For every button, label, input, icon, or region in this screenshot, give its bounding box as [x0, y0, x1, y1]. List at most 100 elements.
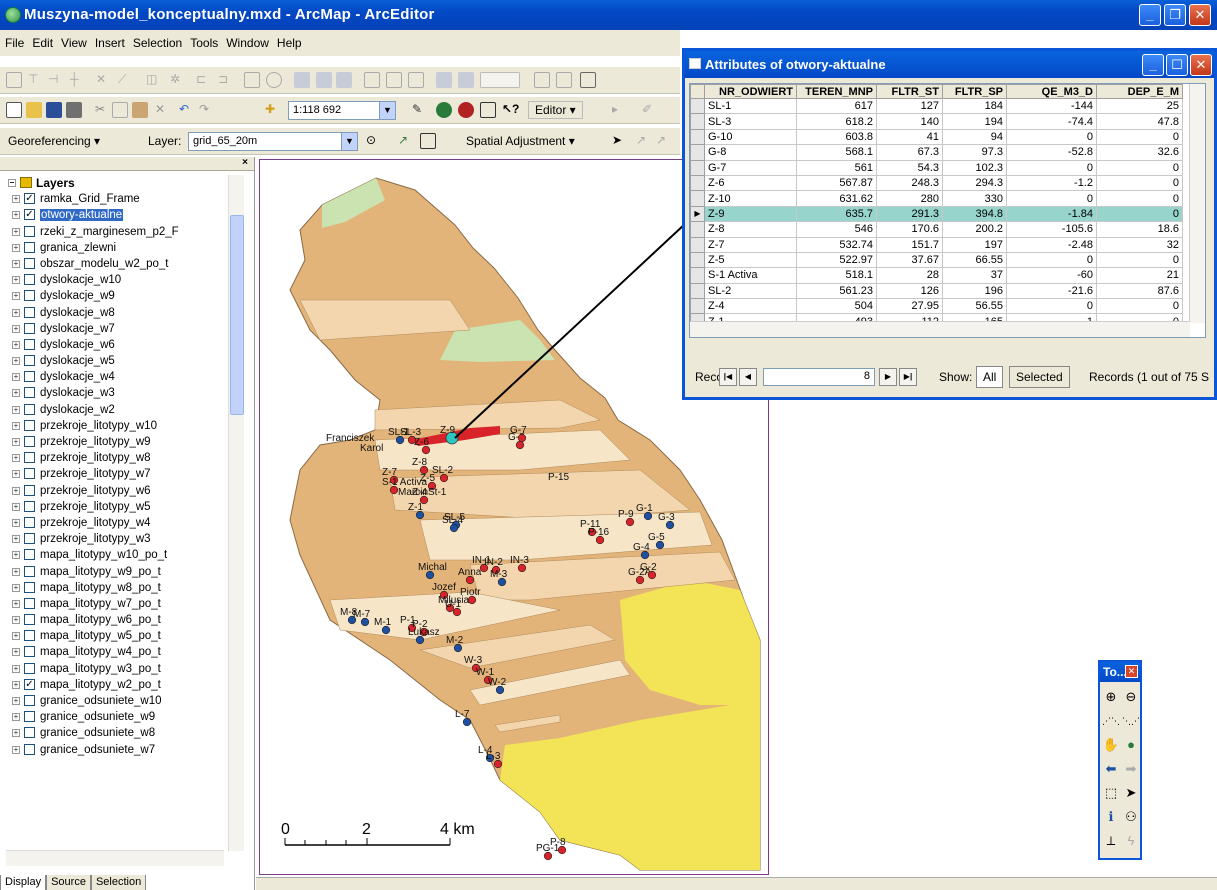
table-cell[interactable]: 126: [876, 282, 943, 300]
table-cell[interactable]: 32.6: [1096, 144, 1183, 161]
row-selector[interactable]: [690, 267, 705, 284]
table-cell[interactable]: 0: [1006, 298, 1097, 315]
attribute-grid[interactable]: NR_ODWIERT TEREN_MNP FLTR_ST FLTR_SP QE_M3_D…: [689, 83, 1206, 338]
table-row[interactable]: SL-2 561.23 126 196 -21.6 87.6: [690, 282, 1183, 300]
measure-icon[interactable]: ⟂: [1102, 832, 1120, 850]
current-record-field[interactable]: 8: [763, 368, 875, 386]
table-cell[interactable]: 291.3: [876, 205, 943, 223]
table-cell[interactable]: 0: [1006, 251, 1097, 269]
table-cell[interactable]: 32: [1096, 236, 1183, 253]
show-all-button[interactable]: All: [976, 366, 1004, 388]
table-cell[interactable]: 37.67: [876, 251, 943, 269]
table-cell[interactable]: 102.3: [942, 159, 1007, 176]
table-cell[interactable]: 294.3: [942, 174, 1007, 192]
row-selector[interactable]: [690, 236, 705, 253]
table-cell[interactable]: 21: [1096, 267, 1183, 284]
next-record-button[interactable]: ▶: [879, 368, 897, 386]
table-cell[interactable]: SL-1: [704, 97, 797, 115]
close-icon[interactable]: ✕: [1125, 665, 1138, 678]
column-header[interactable]: QE_M3_D: [1006, 84, 1097, 99]
table-cell[interactable]: 41: [876, 128, 943, 146]
tools-toolbar[interactable]: To... ✕ ⊕ ⊖ ⋰⋱ ⋱⋰ ✋ ● ⬅ ➡ ⬚ ➤ ℹ ⚇ ⟂ ϟ: [1098, 660, 1142, 860]
table-cell[interactable]: 561.23: [796, 282, 877, 300]
table-cell[interactable]: 518.1: [796, 267, 877, 284]
column-header[interactable]: FLTR_SP: [942, 84, 1007, 99]
table-cell[interactable]: 54.3: [876, 159, 943, 176]
table-cell[interactable]: 94: [942, 128, 1007, 146]
row-selector[interactable]: [690, 282, 705, 300]
table-cell[interactable]: -2.48: [1006, 236, 1097, 253]
row-selector[interactable]: [690, 128, 705, 146]
table-cell[interactable]: 330: [942, 190, 1007, 207]
table-cell[interactable]: -105.6: [1006, 221, 1097, 238]
table-cell[interactable]: SL-2: [704, 282, 797, 300]
table-cell[interactable]: 0: [1006, 190, 1097, 207]
table-cell[interactable]: 0: [1096, 174, 1183, 192]
column-header[interactable]: NR_ODWIERT: [704, 84, 797, 99]
table-cell[interactable]: Z-10: [704, 190, 797, 207]
full-extent-globe-icon[interactable]: ●: [1122, 736, 1140, 754]
show-selected-button[interactable]: Selected: [1009, 366, 1070, 388]
table-cell[interactable]: -52.8: [1006, 144, 1097, 161]
row-selector[interactable]: [690, 251, 705, 269]
table-row[interactable]: Z-4 504 27.95 56.55 0 0: [690, 298, 1183, 315]
row-selector[interactable]: [690, 144, 705, 161]
table-cell[interactable]: S-1 Activa: [704, 267, 797, 284]
table-cell[interactable]: G-8: [704, 144, 797, 161]
table-cell[interactable]: -1.2: [1006, 174, 1097, 192]
find-binoculars-icon[interactable]: ⚇: [1122, 808, 1140, 826]
row-selector-header[interactable]: [690, 84, 705, 99]
row-selector[interactable]: [690, 113, 705, 130]
table-cell[interactable]: 617: [796, 97, 877, 115]
table-cell[interactable]: 37: [942, 267, 1007, 284]
first-record-button[interactable]: |◀: [719, 368, 737, 386]
table-cell[interactable]: 0: [1006, 159, 1097, 176]
row-selector[interactable]: [690, 159, 705, 176]
row-selector[interactable]: [690, 298, 705, 315]
table-cell[interactable]: 25: [1096, 97, 1183, 115]
table-cell[interactable]: 0: [1006, 128, 1097, 146]
last-record-button[interactable]: ▶|: [899, 368, 917, 386]
table-cell[interactable]: Z-9: [704, 205, 797, 223]
table-row[interactable]: Z-5 522.97 37.67 66.55 0 0: [690, 251, 1183, 269]
row-selector[interactable]: [690, 221, 705, 238]
row-selector[interactable]: [690, 174, 705, 192]
zoom-out-icon[interactable]: ⊖: [1122, 688, 1140, 706]
table-cell[interactable]: 280: [876, 190, 943, 207]
table-cell[interactable]: Z-8: [704, 221, 797, 238]
table-cell[interactable]: 504: [796, 298, 877, 315]
fixed-zoom-out-icon[interactable]: ⋱⋰: [1122, 712, 1140, 730]
hyperlink-icon[interactable]: ϟ: [1122, 832, 1140, 850]
table-cell[interactable]: -1.84: [1006, 205, 1097, 223]
table-cell[interactable]: 200.2: [942, 221, 1007, 238]
table-cell[interactable]: 0: [1096, 128, 1183, 146]
table-cell[interactable]: 603.8: [796, 128, 877, 146]
table-cell[interactable]: Z-7: [704, 236, 797, 253]
table-cell[interactable]: 567.87: [796, 174, 877, 192]
table-cell[interactable]: 184: [942, 97, 1007, 115]
table-cell[interactable]: 196: [942, 282, 1007, 300]
table-cell[interactable]: 0: [1096, 251, 1183, 269]
table-cell[interactable]: 0: [1096, 298, 1183, 315]
table-row[interactable]: Z-6 567.87 248.3 294.3 -1.2 0: [690, 174, 1183, 192]
maximize-button[interactable]: ☐: [1166, 54, 1188, 76]
table-cell[interactable]: 140: [876, 113, 943, 130]
table-cell[interactable]: -74.4: [1006, 113, 1097, 130]
minimize-button[interactable]: _: [1142, 54, 1164, 76]
row-selector[interactable]: [690, 97, 705, 115]
table-cell[interactable]: 28: [876, 267, 943, 284]
row-selector[interactable]: ▶: [690, 205, 705, 223]
table-cell[interactable]: 0: [1096, 205, 1183, 223]
table-cell[interactable]: G-10: [704, 128, 797, 146]
table-cell[interactable]: 522.97: [796, 251, 877, 269]
row-selector[interactable]: [690, 190, 705, 207]
table-cell[interactable]: -144: [1006, 97, 1097, 115]
forward-arrow-icon[interactable]: ➡: [1122, 760, 1140, 778]
table-cell[interactable]: SL-3: [704, 113, 797, 130]
close-button[interactable]: ✕: [1190, 54, 1212, 76]
table-row[interactable]: G-10 603.8 41 94 0 0: [690, 128, 1183, 146]
table-cell[interactable]: 27.95: [876, 298, 943, 315]
table-row[interactable]: G-8 568.1 67.3 97.3 -52.8 32.6: [690, 144, 1183, 161]
column-header[interactable]: DEP_E_M: [1096, 84, 1183, 99]
table-cell[interactable]: 532.74: [796, 236, 877, 253]
